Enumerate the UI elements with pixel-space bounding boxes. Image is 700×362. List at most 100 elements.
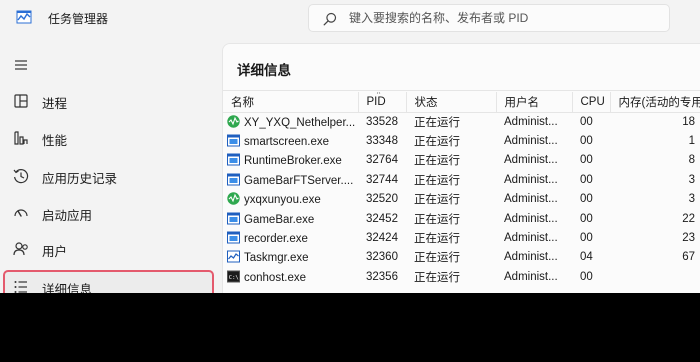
process-name-cell: RuntimeBroker.exe [223,151,358,170]
username-cell: Administ... [504,212,558,225]
app-title: 任务管理器 [48,12,109,26]
process-name-cell: C:\ conhost.exe [223,267,358,286]
process-name: smartscreen.exe [244,136,330,149]
process-name-cell: yxqxunyou.exe [223,190,358,209]
search-box[interactable] [308,4,670,32]
pid-cell: 32356 [366,270,398,283]
process-name: recorder.exe [244,233,308,246]
table-body: XY_YXQ_Nethelper... 33528 正在运行 Administ... 0… [223,112,700,287]
username-cell: Administ... [504,193,558,206]
status-cell: 正在运行 [414,136,460,149]
process-name: yxqxunyou.exe [244,194,321,207]
table-row[interactable]: RuntimeBroker.exe 32764 正在运行 Administ... 00 8 [223,151,700,170]
hamburger-icon [15,60,27,70]
taskmgr-icon [227,250,240,263]
column-header-name[interactable]: 名称 [223,92,359,113]
search-input[interactable] [349,8,659,28]
cpu-cell: 00 [580,270,593,283]
green-wave-icon [227,115,240,128]
pid-cell: 32424 [366,232,398,245]
username-cell: Administ... [504,135,558,148]
sidebar-item-users[interactable]: 用户 [4,232,212,266]
table-row[interactable]: C:\ conhost.exe 32356 正在运行 Administ... 00 [223,267,700,286]
pid-cell: 32764 [366,154,398,167]
cpu-cell: 00 [580,193,593,206]
table-row[interactable]: smartscreen.exe 33348 正在运行 Administ... 00 1 [223,131,700,150]
process-name: GameBarFTServer.... [244,174,354,187]
username-cell: Administ... [504,154,558,167]
process-name: GameBar.exe [244,213,315,226]
username-cell: Administ... [504,173,558,186]
cpu-cell: 00 [580,232,593,245]
sidebar-item-processes[interactable]: 进程 [4,84,212,118]
title-bar: 任务管理器 [0,0,700,36]
process-name-cell: GameBarFTServer.... [223,170,358,189]
column-header-memory[interactable]: 内存(活动的专用工 [610,92,700,113]
username-cell: Administ... [504,270,558,283]
username-cell: Administ... [504,115,558,128]
processes-icon [14,94,28,108]
sidebar-item-details[interactable]: 详细信息 [3,270,214,293]
startup-icon [14,209,28,217]
sidebar-item-label: 用户 [42,245,68,259]
cpu-cell: 00 [580,212,593,225]
memory-cell: 3 [688,193,695,206]
history-icon [13,169,29,184]
memory-cell: 18 [682,115,695,128]
svg-text:C:\: C:\ [229,275,239,281]
process-name-cell: Taskmgr.exe [223,248,358,267]
status-cell: 正在运行 [414,194,460,207]
sidebar-item-label: 启动应用 [42,209,93,223]
column-header-cpu[interactable]: CPU [572,92,611,113]
status-cell: 正在运行 [414,233,460,246]
cpu-cell: 04 [580,251,593,264]
memory-cell [610,267,700,286]
process-name: RuntimeBroker.exe [244,155,342,168]
sidebar-item-performance[interactable]: 性能 [4,121,212,155]
table-row[interactable]: GameBarFTServer.... 32744 正在运行 Administ... 0… [223,170,700,189]
console-icon: C:\ [227,270,240,283]
users-icon [13,242,28,256]
details-icon [14,281,27,293]
cpu-cell: 00 [580,135,593,148]
app-window-icon [227,153,240,166]
pid-cell: 32520 [366,193,398,206]
divider [223,90,700,91]
details-panel: 详细信息 名称 ˄PID 状态 用户名 CPU 内存(活动的专用工 [222,43,700,293]
hamburger-menu-button[interactable] [4,48,212,82]
column-header-label: PID [366,95,386,108]
memory-cell: 22 [682,212,695,225]
memory-cell: 1 [688,135,695,148]
pid-cell: 32744 [366,173,398,186]
cpu-cell: 00 [580,173,593,186]
table-row[interactable]: XY_YXQ_Nethelper... 33528 正在运行 Administ... 0… [223,112,700,131]
table-row[interactable]: Taskmgr.exe 32360 正在运行 Administ... 04 67 [223,248,700,267]
app-window-icon [227,212,240,225]
memory-cell: 8 [688,154,695,167]
sidebar-item-startup-apps[interactable]: 启动应用 [4,196,212,230]
process-name-cell: recorder.exe [223,228,358,247]
app-window-icon [227,173,240,186]
process-name: conhost.exe [244,271,307,284]
status-cell: 正在运行 [414,174,460,187]
cpu-cell: 00 [580,115,593,128]
column-header-pid[interactable]: ˄ PID [358,92,407,113]
pid-cell: 32360 [366,251,398,264]
app-window-icon [227,231,240,244]
column-header-username[interactable]: 用户名 [496,92,573,113]
username-cell: Administ... [504,232,558,245]
table-row[interactable]: GameBar.exe 32452 正在运行 Administ... 00 22 [223,209,700,228]
sort-ascending-icon: ˄ [376,92,381,97]
memory-cell: 23 [682,232,695,245]
table-row[interactable]: recorder.exe 32424 正在运行 Administ... 00 23 [223,228,700,247]
pid-cell: 33528 [366,115,398,128]
memory-cell: 3 [688,173,695,186]
column-header-status[interactable]: 状态 [406,92,497,113]
table-row[interactable]: yxqxunyou.exe 32520 正在运行 Administ... 00 3 [223,190,700,209]
status-cell: 正在运行 [414,116,460,129]
sidebar-item-app-history[interactable]: 应用历史记录 [4,159,212,193]
status-cell: 正在运行 [414,252,460,265]
process-name-cell: GameBar.exe [223,209,358,228]
status-cell: 正在运行 [414,213,460,226]
pid-cell: 32452 [366,212,398,225]
